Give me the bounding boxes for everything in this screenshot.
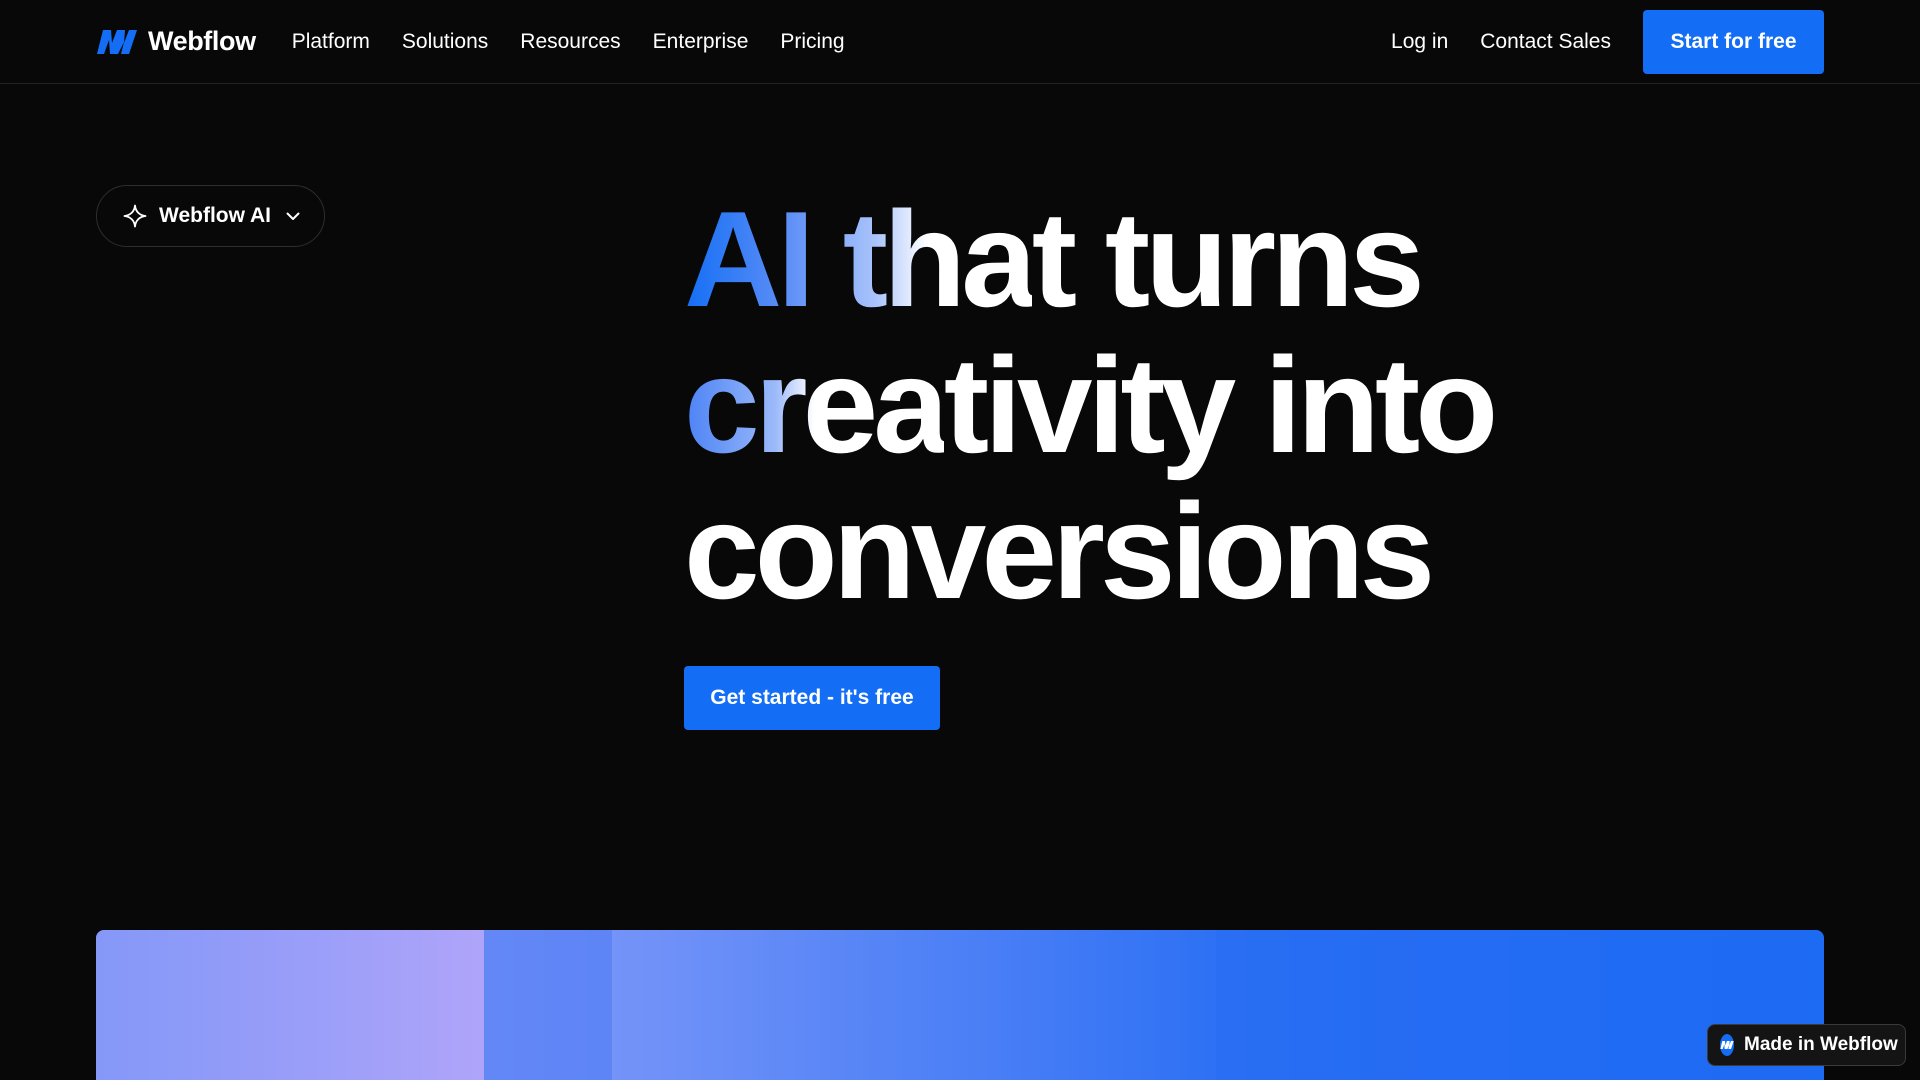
webflow-logo-icon [97,29,137,54]
chevron-down-icon [286,212,300,220]
start-for-free-button[interactable]: Start for free [1643,9,1824,74]
hero-line-1-text: t turns [1031,183,1425,335]
primary-nav: Platform Solutions Resources Enterprise … [292,30,845,54]
hero-line-2-gradient: crea [684,329,949,481]
webflow-badge-icon [1720,1034,1734,1056]
hero-line-3: conversions [684,475,1435,627]
sparkle-icon [123,204,147,228]
hero-heading: AI that turns creativity into conversion… [684,186,1684,624]
webflow-ai-dropdown[interactable]: Webflow AI [96,185,325,247]
hero-line-1: AI that turns [684,186,1684,332]
contact-sales-link[interactable]: Contact Sales [1480,30,1611,54]
webflow-mark-icon [1720,1041,1734,1049]
made-in-webflow-label: Made in Webflow [1744,1034,1898,1055]
page: Webflow Platform Solutions Resources Ent… [0,0,1920,1080]
nav-actions: Log in Contact Sales Start for free [1391,9,1824,74]
made-in-webflow-badge[interactable]: Made in Webflow [1707,1024,1906,1066]
showcase-panel [612,930,1216,1080]
nav-enterprise[interactable]: Enterprise [653,30,749,54]
showcase-panel [96,930,484,1080]
hero-line-1-gradient: AI tha [684,183,1037,335]
hero-showcase-banner [96,930,1824,1080]
webflow-logo[interactable]: Webflow [96,26,256,57]
showcase-panel [484,930,612,1080]
login-link[interactable]: Log in [1391,30,1448,54]
webflow-ai-label: Webflow AI [159,204,271,227]
hero-line-2: creativity into [684,332,1684,478]
nav-platform[interactable]: Platform [292,30,370,54]
hero-line-2-text: tivity into [943,329,1498,481]
nav-resources[interactable]: Resources [520,30,620,54]
brand-name: Webflow [148,26,256,56]
get-started-button[interactable]: Get started - it's free [684,666,940,730]
nav-solutions[interactable]: Solutions [402,30,488,54]
nav-pricing[interactable]: Pricing [780,30,844,54]
top-navbar: Webflow Platform Solutions Resources Ent… [0,0,1920,84]
